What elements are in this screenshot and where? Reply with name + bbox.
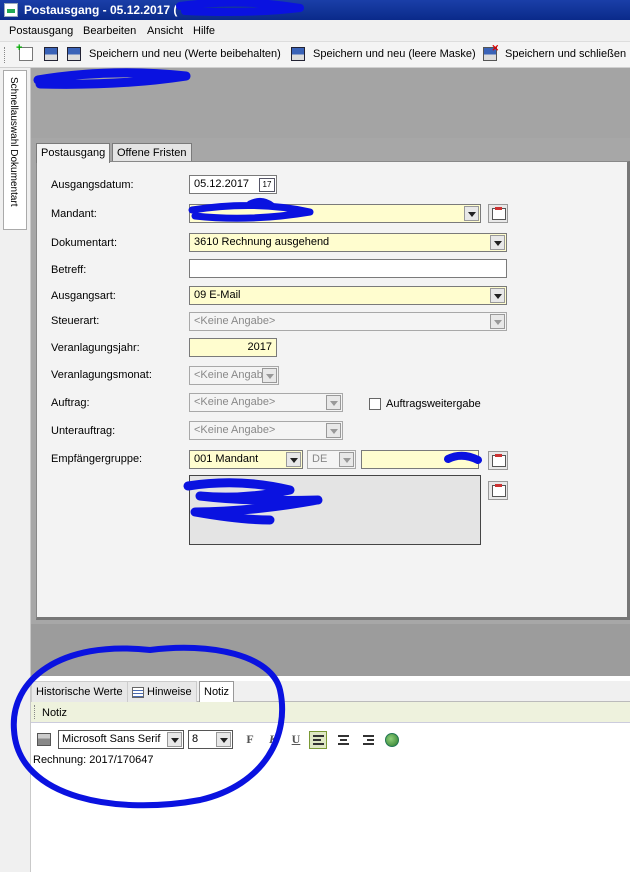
bottom-tabs: Historische Werte Hinweise Notiz [31,681,630,702]
save-close-label: Speichern und schließen [505,48,627,60]
auftrag-label: Auftrag: [51,397,90,409]
empfaengergruppe-select[interactable]: 001 Mandant [189,450,303,469]
address-box[interactable] [189,475,481,545]
menu-bar: Postausgang Bearbeiten Ansicht Hilfe [0,20,630,42]
save-new-empty-label: Speichern und neu (leere Maske) [313,48,476,60]
globe-icon[interactable] [385,733,399,747]
empfaenger-picker-icon[interactable] [488,451,508,470]
mandant-label: Mandant: [51,208,97,220]
note-bar-grip [34,705,37,719]
bold-button[interactable]: F [241,732,259,748]
note-text[interactable]: Rechnung: 2017/170647 [33,754,154,766]
app-icon [4,3,18,17]
menu-postausgang[interactable]: Postausgang [9,25,73,37]
empfaenger-input[interactable] [361,450,479,469]
window-title: Postausgang - 05.12.2017 ( [24,3,178,17]
underline-button[interactable]: U [287,732,305,748]
new-document-icon[interactable] [16,42,33,61]
note-bar: Notiz [31,702,630,723]
ausgangsart-select[interactable]: 09 E-Mail [189,286,507,305]
country-select[interactable]: DE [307,450,356,469]
auftragsweitergabe-checkbox[interactable] [369,398,381,410]
ausgangsart-label: Ausgangsart: [51,290,116,302]
sidebar: Schnellauswahl Dokumentart [0,68,31,872]
chevron-down-icon[interactable] [262,368,277,383]
form-panel [36,161,630,620]
auftrag-select[interactable]: <Keine Angabe> [189,393,343,412]
calendar-icon[interactable]: 17 [259,178,275,192]
note-toolbar: Microsoft Sans Serif 8 F K U [31,728,630,752]
save-new-keep-icon [67,47,81,61]
chevron-down-icon[interactable] [286,452,301,467]
sidebar-tab-label: Schnellauswahl Dokumentart [8,77,19,207]
veranlagungsmonat-select[interactable]: <Keine Angab [189,366,279,385]
align-left-icon[interactable] [309,731,327,749]
font-size-select[interactable]: 8 [188,730,233,749]
menu-ansicht[interactable]: Ansicht [147,25,183,37]
save-icon[interactable] [44,47,58,61]
italic-button[interactable]: K [264,732,282,748]
title-bar: Postausgang - 05.12.2017 ( [0,0,630,20]
betreff-input[interactable] [189,259,507,278]
betreff-label: Betreff: [51,264,87,276]
chevron-down-icon[interactable] [326,395,341,410]
veranlagungsmonat-label: Veranlagungsmonat: [51,369,152,381]
chevron-down-icon[interactable] [490,288,505,303]
note-bar-label: Notiz [42,707,68,719]
veranlagungsjahr-input[interactable]: 2017 [189,338,277,357]
lower-band [31,624,630,676]
sidebar-tab-dokumentart[interactable]: Schnellauswahl Dokumentart [3,70,27,230]
save-new-keep-label: Speichern und neu (Werte beibehalten) [89,48,281,60]
font-select[interactable]: Microsoft Sans Serif [58,730,184,749]
steuerart-select[interactable]: <Keine Angabe> [189,312,507,331]
mandant-picker-icon[interactable] [488,204,508,223]
chevron-down-icon[interactable] [216,732,231,747]
tab-offene-fristen[interactable]: Offene Fristen [112,143,192,162]
save-close-icon [483,43,499,61]
chevron-down-icon[interactable] [490,314,505,329]
chevron-down-icon[interactable] [167,732,182,747]
chevron-down-icon[interactable] [490,235,505,250]
mandant-select[interactable] [189,204,481,223]
toolbar-grip [4,47,7,63]
menu-hilfe[interactable]: Hilfe [193,25,215,37]
print-icon[interactable] [37,733,51,746]
tab-notiz[interactable]: Notiz [199,681,235,702]
align-center-icon[interactable] [334,731,352,749]
header-band [31,68,630,138]
auftragsweitergabe-label: Auftragsweitergabe [386,398,481,410]
ausgangsdatum-label: Ausgangsdatum: [51,179,134,191]
dokumentart-label: Dokumentart: [51,237,118,249]
chevron-down-icon[interactable] [326,423,341,438]
tab-hinweise[interactable]: Hinweise [127,681,197,702]
toolbar: Speichern und neu (Werte beibehalten) Sp… [0,42,630,68]
unterauftrag-label: Unterauftrag: [51,425,116,437]
chevron-down-icon[interactable] [464,206,479,221]
veranlagungsjahr-label: Veranlagungsjahr: [51,342,140,354]
unterauftrag-select[interactable]: <Keine Angabe> [189,421,343,440]
menu-bearbeiten[interactable]: Bearbeiten [83,25,136,37]
align-right-icon[interactable] [359,731,377,749]
tab-historische-werte[interactable]: Historische Werte [31,681,128,702]
save-new-empty-icon [291,47,305,61]
list-icon [132,686,144,698]
steuerart-label: Steuerart: [51,315,100,327]
address-picker-icon[interactable] [488,481,508,500]
tab-postausgang[interactable]: Postausgang [36,143,111,163]
chevron-down-icon[interactable] [339,452,354,467]
dokumentart-select[interactable]: 3610 Rechnung ausgehend [189,233,507,252]
empfaengergruppe-label: Empfängergruppe: [51,453,143,465]
